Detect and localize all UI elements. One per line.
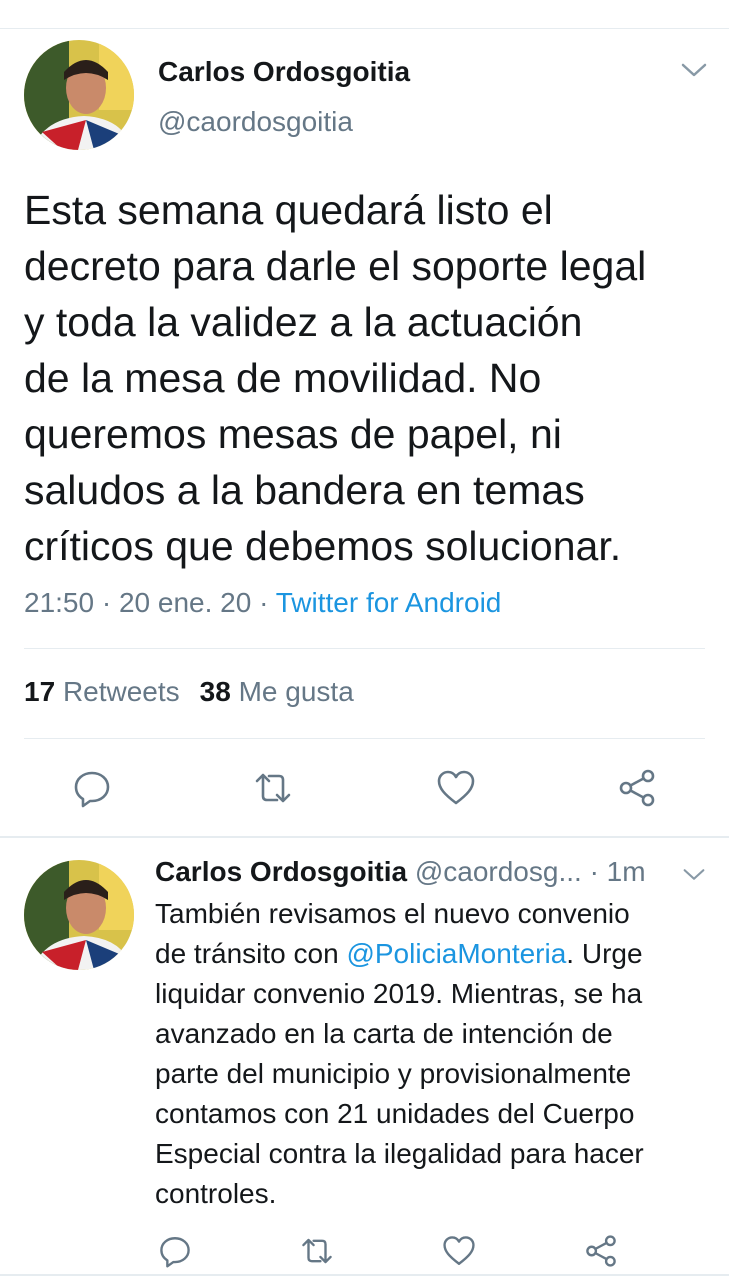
- tweet-text-line: También revisamos el nuevo convenio: [155, 898, 630, 929]
- avatar[interactable]: [24, 40, 134, 150]
- meta-separator: ·: [101, 587, 112, 618]
- text-segment: . Urge: [566, 938, 643, 969]
- author-name[interactable]: Carlos Ordosgoitia: [158, 56, 410, 88]
- meta-separator: ·: [259, 587, 269, 618]
- reply-icon[interactable]: [72, 768, 112, 808]
- top-divider: [0, 28, 729, 29]
- tweet-text-line: avanzado en la carta de intención de: [155, 1018, 613, 1049]
- tweet-text-line: críticos que debemos solucionar.: [24, 523, 622, 569]
- share-icon[interactable]: [584, 1234, 618, 1268]
- tweet-text-line: Esta semana quedará listo el: [24, 187, 553, 233]
- likes-count: 38: [199, 676, 231, 707]
- divider: [24, 648, 705, 649]
- tweet-text-line: de la mesa de movilidad. No: [24, 355, 542, 401]
- avatar-image: [24, 860, 134, 970]
- tweet-text-line: controles.: [155, 1178, 277, 1209]
- tweet-text-line: queremos mesas de papel, ni: [24, 411, 562, 457]
- mention-link[interactable]: @PoliciaMonteria: [346, 938, 566, 969]
- chevron-down-icon[interactable]: [682, 866, 706, 883]
- tweet-separator: [0, 836, 729, 838]
- divider: [24, 738, 705, 739]
- tweet-text-line: contamos con 21 unidades del Cuerpo: [155, 1098, 635, 1129]
- author-handle[interactable]: @caordosgoitia: [158, 106, 353, 138]
- tweet-text-line: y toda la validez a la actuación: [24, 299, 583, 345]
- meta-separator: ·: [589, 856, 599, 887]
- chevron-down-icon[interactable]: [680, 60, 708, 80]
- retweet-icon[interactable]: [300, 1234, 334, 1268]
- avatar-image: [24, 40, 134, 150]
- retweet-icon[interactable]: [253, 768, 293, 808]
- tweet-text-line: Especial contra la ilegalidad para hacer: [155, 1138, 644, 1169]
- tweet-meta: 21:50 · 20 ene. 20 · Twitter for Android: [24, 587, 501, 619]
- tweet-text-line: saludos a la bandera en temas: [24, 467, 585, 513]
- retweets-count: 17: [24, 676, 56, 707]
- tweet-text: También revisamos el nuevo convenio de t…: [155, 894, 715, 1214]
- tweet-text-line: liquidar convenio 2019. Mientras, se ha: [155, 978, 643, 1009]
- like-icon[interactable]: [436, 768, 476, 808]
- avatar[interactable]: [24, 860, 134, 970]
- tweet-time: 21:50: [24, 587, 95, 618]
- tweet-source-link[interactable]: Twitter for Android: [276, 587, 502, 618]
- share-icon[interactable]: [617, 768, 657, 808]
- tweet-date: 20 ene. 20: [118, 587, 252, 618]
- tweet-text-line: decreto para darle el soporte legal: [24, 243, 647, 289]
- tweet-time[interactable]: 1m: [607, 856, 646, 887]
- tweet-stats: 17 Retweets 38 Me gusta: [24, 676, 354, 708]
- reply-icon[interactable]: [158, 1234, 192, 1268]
- like-icon[interactable]: [442, 1234, 476, 1268]
- retweets-label: Retweets: [62, 676, 180, 707]
- reply-header: Carlos Ordosgoitia @caordosg... · 1m: [155, 856, 646, 888]
- author-handle[interactable]: @caordosg...: [415, 856, 582, 887]
- author-name[interactable]: Carlos Ordosgoitia: [155, 856, 407, 887]
- likes-stat[interactable]: 38 Me gusta: [200, 676, 354, 707]
- tweet-text: Esta semana quedará listo el decreto par…: [24, 182, 714, 574]
- tweet-text-line: parte del municipio y provisionalmente: [155, 1058, 632, 1089]
- tweet-text-line: de tránsito con @PoliciaMonteria. Urge: [155, 934, 715, 974]
- retweets-stat[interactable]: 17 Retweets: [24, 676, 180, 707]
- likes-label: Me gusta: [238, 676, 354, 707]
- text-segment: de tránsito con: [155, 938, 347, 969]
- tweet-separator: [0, 1274, 729, 1276]
